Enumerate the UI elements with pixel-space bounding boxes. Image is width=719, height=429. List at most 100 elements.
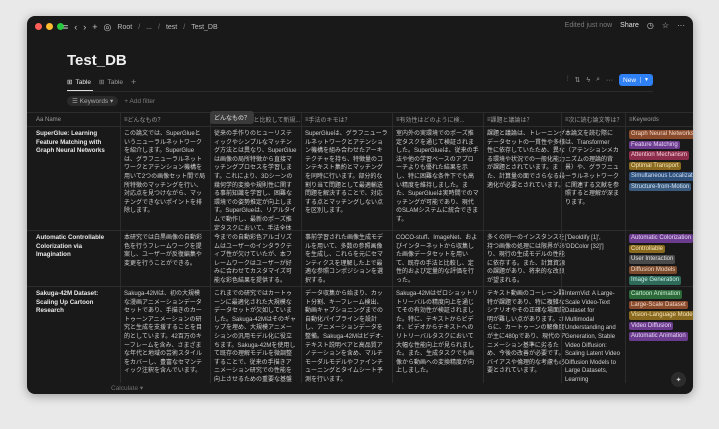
edited-status: Edited just now <box>564 22 613 29</box>
chip-label: Keywords <box>79 98 109 105</box>
header-label: 次に読む論文等は？ <box>568 118 623 124</box>
sparkle-icon[interactable]: ✦ <box>671 372 686 387</box>
header-label: 有効性はどのように検... <box>399 118 465 124</box>
add-page-icon[interactable]: + <box>92 21 97 33</box>
tab-label: Table <box>75 78 91 86</box>
keyword-tag: User Interaction <box>629 255 676 264</box>
cell-c4[interactable]: COCO-stuff、ImageNet、およびインターネットから収集した画像デー… <box>392 231 483 286</box>
tab-table-2[interactable]: ⊞ Table <box>99 78 123 87</box>
cell-c1[interactable]: この論文では、SuperGlueというニューラルネットワークを紹介します。Sup… <box>120 127 210 230</box>
page-title[interactable]: Test_DB <box>67 52 127 69</box>
breadcrumb-current[interactable]: Test_DB <box>191 24 217 31</box>
column-divider <box>483 113 484 383</box>
calculate-button[interactable]: Calculate ▾ <box>111 384 143 392</box>
column-header-4[interactable]: ≡ 有効性はどのように検... <box>392 113 483 126</box>
keyword-tag: Diffusion Models <box>629 265 678 274</box>
star-icon[interactable]: ☆ <box>662 21 669 30</box>
cell-c3[interactable]: 事前学習された画像生成モデルを用いて、多数の参照画像を生成し、これらを元にセマン… <box>301 231 392 286</box>
breadcrumb-root[interactable]: Root <box>117 24 132 31</box>
table-icon: ⊞ <box>99 79 105 86</box>
keyword-tag: Video Diffusion <box>629 321 674 330</box>
back-arrow-icon[interactable]: ‹ <box>74 21 77 33</box>
column-header-keywords[interactable]: ≡ Keywords <box>625 113 693 126</box>
cell-c3[interactable]: SuperGlueは、グラフニューラルネットワークとアテンション機構を組み合わせ… <box>301 127 392 230</box>
cell-c4[interactable]: 室内外の実環境でのポーズ推定タスクを通じて検証されました。SuperGlueは、… <box>392 127 483 230</box>
keyword-tag: Large-Scale Dataset <box>629 300 688 309</box>
cell-c4[interactable]: Sakuga-42Mはゼロショットリトリーバルの精度向上を通じてその有効性が検証… <box>392 287 483 383</box>
cell-c2[interactable]: 今までの自動彩色アルゴリズムはユーザーのインタラクティブ性が欠けていたが、本フレ… <box>210 231 301 286</box>
table-row[interactable]: Automatic Controllable Colorization via … <box>27 231 693 286</box>
chevron-down-icon[interactable]: ▼ <box>640 77 649 83</box>
cell-c2[interactable]: これまでの研究ではカートゥーンに最適化された大規模なデータセットが欠如していまし… <box>210 287 301 383</box>
filter-icon[interactable]: ⫶ <box>567 76 569 84</box>
clock-icon[interactable]: ◷ <box>647 21 654 30</box>
cell-keywords[interactable]: Cartoon Animation Large-Scale Dataset Vi… <box>625 287 693 383</box>
more-options-icon[interactable]: ··· <box>677 21 685 30</box>
cell-c1[interactable]: Sakuga-42Mは、初の大規模な漫画アニメーションデータセットであり、手描き… <box>120 287 210 383</box>
cell-name[interactable]: Sakuga-42M Dataset: Scaling Up Cartoon R… <box>32 287 120 383</box>
header-label: 手法のキモは？ <box>308 118 351 124</box>
column-divider <box>561 113 562 383</box>
column-divider <box>392 113 393 383</box>
header-label: どんなもの？ <box>127 118 164 124</box>
breadcrumb-test[interactable]: test <box>166 24 177 31</box>
table-row[interactable]: Sakuga-42M Dataset: Scaling Up Cartoon R… <box>27 287 693 383</box>
breadcrumb-ellipsis[interactable]: ... <box>146 24 152 31</box>
workspace-icon: ◎ <box>103 22 112 32</box>
keyword-tag: Automatic Colorization <box>629 234 693 243</box>
cell-name[interactable]: Automatic Controllable Colorization via … <box>32 231 120 286</box>
add-filter-button[interactable]: + Add filter <box>124 98 155 105</box>
share-button[interactable]: Share <box>620 22 639 29</box>
cell-c1[interactable]: 本研究では白黒画像の自動彩色を行うフレームワークを提案し、ユーザーが反復編集や変… <box>120 231 210 286</box>
keyword-tag: Image Generation <box>629 276 682 285</box>
keyword-tag: Controllable <box>629 244 666 253</box>
view-actions: ⫶ ⇅ ϟ ⌕ ··· New ▼ <box>567 74 653 86</box>
settings-icon[interactable]: ··· <box>606 77 613 84</box>
cell-keywords[interactable]: Automatic Colorization Controllable User… <box>625 231 693 286</box>
tab-table-1[interactable]: ⊞ Table <box>67 78 91 87</box>
add-view-button[interactable]: + <box>131 77 136 87</box>
cell-c3[interactable]: データ収集から始まり、カット分割、キーフレーム検出、動画キャプショニングまでの自… <box>301 287 392 383</box>
calculate-label: Calculate <box>111 385 139 392</box>
breadcrumb-separator: / <box>157 23 160 31</box>
new-button[interactable]: New ▼ <box>619 74 653 86</box>
keyword-tag: Graph Neural Networks <box>629 130 693 139</box>
forward-arrow-icon[interactable]: › <box>83 21 86 33</box>
keyword-tag: Automatic Animation <box>629 332 688 341</box>
column-header-name[interactable]: Aa Name <box>32 113 122 126</box>
table-icon: ⊞ <box>67 79 73 86</box>
keyword-tag: Optimal Transport <box>629 161 681 170</box>
notion-window: ≡ ‹ › + ◎ Root / ... / test / Test_DB Ed… <box>27 16 693 394</box>
minimize-window-button[interactable] <box>46 23 53 30</box>
cell-c6[interactable]: ['Deoldify [1]', 'DDColor [32]'] <box>561 231 625 286</box>
column-divider <box>625 113 626 383</box>
cell-c6[interactable]: 本論文を読む際には、Transformer（アテンションメカニズムの理論的背景）… <box>561 127 625 230</box>
header-label: 課題と議論は？ <box>490 118 533 124</box>
topbar-actions: Edited just now Share ◷ ☆ ··· <box>565 21 685 30</box>
column-divider <box>120 113 121 383</box>
cell-name[interactable]: SuperGlue: Learning Feature Matching wit… <box>32 127 120 230</box>
table-row[interactable]: SuperGlue: Learning Feature Matching wit… <box>27 127 693 230</box>
sort-icon[interactable]: ⇅ <box>575 76 581 84</box>
tab-label: Table <box>107 78 123 86</box>
new-button-label: New <box>623 76 637 84</box>
cell-c2[interactable]: 従来の手作りのヒューリスティックやシンプルなマッチング方法とは異なり、Super… <box>210 127 301 230</box>
column-tooltip: どんなもの？ <box>210 111 255 124</box>
keywords-filter-chip[interactable]: ☰ Keywords ▾ <box>67 96 119 106</box>
search-icon[interactable]: ⌕ <box>596 76 600 84</box>
keyword-tag: Structure-from-Motion <box>629 182 692 191</box>
cell-c6[interactable]: InternVid: A Large-Scale Video-Text Data… <box>561 287 625 383</box>
close-window-button[interactable] <box>35 23 42 30</box>
cell-keywords[interactable]: Graph Neural Networks Feature Matching A… <box>625 127 693 230</box>
menu-icon[interactable]: ≡ <box>63 21 68 33</box>
breadcrumb-separator: / <box>138 23 141 31</box>
automation-icon[interactable]: ϟ <box>586 77 590 84</box>
column-header-3[interactable]: ≡ 手法のキモは？ <box>301 113 392 126</box>
column-divider <box>301 113 302 383</box>
divider <box>67 91 653 92</box>
keyword-tag: Feature Matching <box>629 140 680 149</box>
header-label: Keywords <box>632 116 659 123</box>
keyword-tag: Simultaneous Localization <box>629 172 693 181</box>
column-header-1[interactable]: ≡ どんなもの？ <box>120 113 210 126</box>
view-tabs: ⊞ Table ⊞ Table + ⫶ ⇅ ϟ ⌕ ··· New ▼ <box>67 74 653 89</box>
